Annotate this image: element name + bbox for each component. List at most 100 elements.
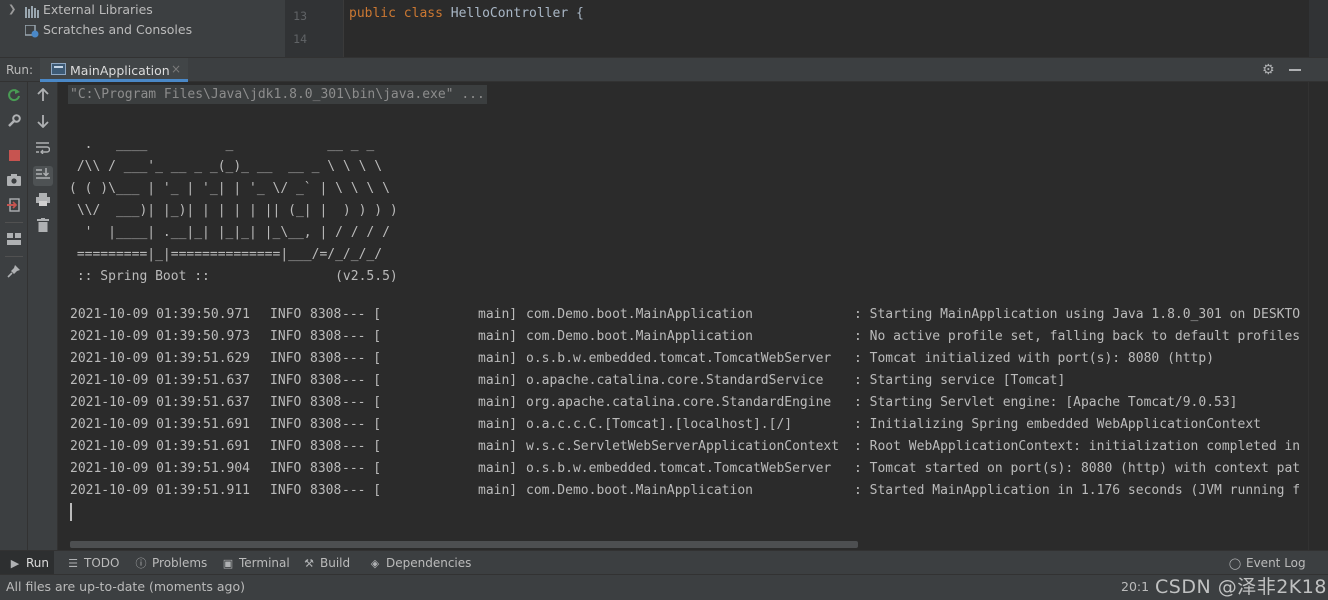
tree-item-label: Scratches and Consoles xyxy=(43,22,193,37)
log-thread: main] xyxy=(478,461,518,476)
status-message[interactable]: All files are up-to-date (moments ago) xyxy=(6,579,245,594)
todo-icon: ☰ xyxy=(68,557,78,570)
camera-icon[interactable] xyxy=(4,172,24,192)
log-msg: : Starting service [Tomcat] xyxy=(854,373,1066,388)
tab-label: Build xyxy=(320,556,351,570)
log-pid: 8308 xyxy=(310,351,342,366)
print-icon[interactable] xyxy=(33,192,53,212)
tab-dependencies[interactable]: ◈ Dependencies xyxy=(368,551,472,575)
log-pid: 8308 xyxy=(310,395,342,410)
stop-icon[interactable] xyxy=(4,146,24,166)
application-icon xyxy=(51,63,66,75)
log-thread: main] xyxy=(478,307,518,322)
log-thread: main] xyxy=(478,373,518,388)
rerun-icon[interactable] xyxy=(4,88,24,108)
launch-command[interactable]: "C:\Program Files\Java\jdk1.8.0_301\bin\… xyxy=(68,85,487,104)
banner-line: /\\ / ___'_ __ _ _(_)_ __ __ _ \ \ \ \ xyxy=(69,159,383,174)
problems-icon: ⓘ xyxy=(135,557,147,570)
tab-terminal[interactable]: ▣ Terminal xyxy=(221,551,290,575)
editor-scrollbar[interactable] xyxy=(1309,0,1328,57)
log-sep: --- [ xyxy=(342,461,382,476)
tab-run[interactable]: ▶ Run xyxy=(0,551,54,575)
build-icon: ⚒ xyxy=(304,557,314,570)
log-pid: 8308 xyxy=(310,307,342,322)
log-msg: : Initializing Spring embedded WebApplic… xyxy=(854,417,1261,432)
tab-label: Dependencies xyxy=(386,556,472,570)
log-sep: --- [ xyxy=(342,417,382,432)
caret-position[interactable]: 20:1 xyxy=(1121,579,1149,594)
chevron-right-icon[interactable]: ❯ xyxy=(8,0,16,20)
tab-main-application[interactable]: MainApplication × xyxy=(40,58,188,82)
scroll-to-end-icon[interactable] xyxy=(33,166,53,186)
code-editor[interactable]: public class HelloController { xyxy=(344,0,1309,57)
code-line-13[interactable]: public class HelloController { xyxy=(349,6,584,21)
vertical-scrollbar[interactable] xyxy=(1308,82,1328,550)
minimize-icon[interactable] xyxy=(1289,69,1301,71)
horizontal-scrollbar[interactable] xyxy=(70,541,858,548)
log-pid: 8308 xyxy=(310,461,342,476)
arrow-down-icon[interactable] xyxy=(33,114,53,134)
watermark: CSDN @泽非2K18 xyxy=(1155,576,1327,598)
run-toolbar-secondary xyxy=(28,82,58,550)
log-sep: --- [ xyxy=(342,307,382,322)
log-time: 2021-10-09 01:39:50.971 xyxy=(70,307,251,322)
log-thread: main] xyxy=(478,329,518,344)
log-level: INFO xyxy=(270,329,302,344)
tab-label: Terminal xyxy=(239,556,290,570)
tab-label: Run xyxy=(26,556,50,570)
pin-icon[interactable] xyxy=(4,264,24,284)
log-level: INFO xyxy=(270,395,302,410)
log-sep: --- [ xyxy=(342,329,382,344)
log-thread: main] xyxy=(478,395,518,410)
brace: { xyxy=(576,6,584,21)
log-msg: : Tomcat started on port(s): 8080 (http)… xyxy=(854,461,1301,476)
log-logger: o.apache.catalina.core.StandardService xyxy=(526,373,824,388)
log-level: INFO xyxy=(270,351,302,366)
keyword: class xyxy=(403,6,443,21)
log-time: 2021-10-09 01:39:51.629 xyxy=(70,351,251,366)
log-logger: o.a.c.c.C.[Tomcat].[localhost].[/] xyxy=(526,417,793,432)
log-time: 2021-10-09 01:39:51.637 xyxy=(70,373,251,388)
close-icon[interactable]: × xyxy=(171,62,181,76)
banner-line: ( ( )\___ | '_ | '_| | '_ \/ _` | \ \ \ … xyxy=(69,181,390,196)
trash-icon[interactable] xyxy=(33,218,53,238)
log-pid: 8308 xyxy=(310,439,342,454)
log-msg: : Started MainApplication in 1.176 secon… xyxy=(854,483,1301,498)
tab-todo[interactable]: ☰ TODO xyxy=(66,551,119,575)
tree-item-label: External Libraries xyxy=(43,2,153,17)
tab-label: MainApplication xyxy=(70,63,170,78)
log-logger: o.s.b.w.embedded.tomcat.TomcatWebServer xyxy=(526,351,832,366)
log-time: 2021-10-09 01:39:50.973 xyxy=(70,329,251,344)
banner-line: . ____ _ __ _ _ xyxy=(69,137,375,152)
tree-item-scratches[interactable]: Scratches and Consoles xyxy=(0,20,285,40)
log-thread: main] xyxy=(478,439,518,454)
log-msg: : Starting MainApplication using Java 1.… xyxy=(854,307,1301,322)
tool-window-bar: ▶ Run ☰ TODO ⓘ Problems ▣ Terminal ⚒ Build ◈ D… xyxy=(0,550,1328,575)
run-toolbar-primary xyxy=(0,82,28,550)
log-sep: --- [ xyxy=(342,439,382,454)
wrench-icon[interactable] xyxy=(4,114,24,134)
console-output[interactable]: "C:\Program Files\Java\jdk1.8.0_301\bin\… xyxy=(58,82,1308,550)
arrow-up-icon[interactable] xyxy=(33,87,53,108)
log-time: 2021-10-09 01:39:51.691 xyxy=(70,417,251,432)
log-msg: : No active profile set, falling back to… xyxy=(854,329,1301,344)
exit-icon[interactable] xyxy=(4,198,24,218)
tab-build[interactable]: ⚒ Build xyxy=(302,551,350,575)
tab-label: TODO xyxy=(84,556,120,570)
tree-item-external-libraries[interactable]: ❯ External Libraries xyxy=(0,0,285,20)
log-logger: o.s.b.w.embedded.tomcat.TomcatWebServer xyxy=(526,461,832,476)
soft-wrap-icon[interactable] xyxy=(33,140,53,160)
text-caret xyxy=(70,503,72,521)
log-pid: 8308 xyxy=(310,373,342,388)
layout-icon[interactable] xyxy=(4,231,24,251)
editor-gutter: 13 14 xyxy=(285,0,343,57)
log-thread: main] xyxy=(478,483,518,498)
terminal-icon: ▣ xyxy=(222,557,234,570)
tab-problems[interactable]: ⓘ Problems xyxy=(134,551,208,575)
run-icon: ▶ xyxy=(10,557,20,570)
log-level: INFO xyxy=(270,417,302,432)
gear-icon[interactable]: ⚙ xyxy=(1262,62,1275,78)
log-level: INFO xyxy=(270,461,302,476)
log-msg: : Starting Servlet engine: [Apache Tomca… xyxy=(854,395,1238,410)
log-thread: main] xyxy=(478,417,518,432)
